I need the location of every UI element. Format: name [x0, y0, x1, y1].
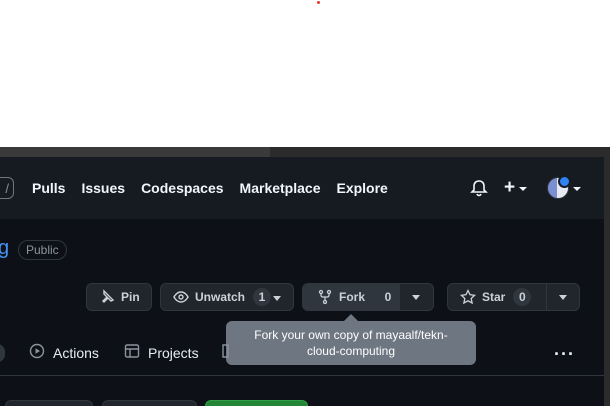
tooltip-arrow: [344, 314, 358, 321]
notification-dot: [558, 175, 571, 188]
repo-tabs: Actions Projects ···: [0, 335, 604, 373]
create-new-button[interactable]: +: [504, 177, 528, 198]
tab-projects-label: Projects: [148, 344, 199, 361]
table-icon: [124, 343, 140, 362]
fork-dropdown-button[interactable]: [400, 284, 433, 310]
chevron-down-icon: [412, 294, 421, 300]
chevron-down-icon: [519, 187, 528, 191]
chevron-down-icon[interactable]: [273, 296, 281, 301]
nav-pulls[interactable]: Pulls: [32, 180, 65, 196]
tab-actions[interactable]: Actions: [29, 343, 99, 362]
repo-forked-icon: [317, 289, 333, 305]
book-icon: [221, 343, 237, 362]
red-dot-marker: [317, 1, 320, 4]
global-nav: Pulls Issues Codespaces Marketplace Expl…: [32, 180, 388, 196]
search-shortcut[interactable]: /: [0, 177, 14, 199]
nav-explore[interactable]: Explore: [336, 180, 387, 196]
unwatch-button[interactable]: Unwatch 1: [160, 283, 294, 311]
tab-actions-label: Actions: [53, 344, 99, 361]
nav-codespaces[interactable]: Codespaces: [141, 180, 223, 196]
fork-button-group: Fork 0: [302, 283, 434, 311]
play-icon: [29, 343, 45, 362]
star-button[interactable]: Star 0: [448, 284, 547, 310]
nav-marketplace[interactable]: Marketplace: [240, 180, 321, 196]
chevron-down-icon: [573, 187, 581, 191]
tab-count-stub: [0, 344, 5, 362]
branch-select-button[interactable]: [5, 400, 93, 406]
star-dropdown-button[interactable]: [547, 284, 579, 310]
star-icon: [460, 289, 476, 305]
unwatch-label: Unwatch: [195, 290, 246, 304]
watch-count: 1: [253, 288, 272, 306]
visibility-badge: Public: [18, 240, 67, 260]
star-count: 0: [513, 288, 532, 306]
fork-label: Fork: [339, 290, 366, 304]
go-to-file-button[interactable]: [102, 400, 197, 406]
plus-icon: +: [504, 177, 516, 198]
star-button-group: Star 0: [447, 283, 580, 311]
bell-icon[interactable]: [470, 179, 488, 197]
repo-name[interactable]: g: [0, 237, 9, 260]
github-header: / Pulls Issues Codespaces Marketplace Ex…: [0, 157, 604, 219]
avatar: [547, 175, 571, 199]
pin-label: Pin: [121, 290, 140, 304]
pin-button[interactable]: Pin: [86, 283, 152, 311]
nav-issues[interactable]: Issues: [81, 180, 125, 196]
pin-icon: [99, 289, 115, 305]
fork-count: 0: [384, 290, 392, 304]
star-label: Star: [482, 290, 506, 304]
tab-projects[interactable]: Projects: [124, 343, 199, 362]
tabs-divider: [0, 375, 604, 376]
chevron-down-icon: [558, 294, 567, 300]
fork-button[interactable]: Fork 0: [303, 284, 400, 310]
window-scroll-gutter: [604, 157, 610, 406]
user-menu[interactable]: [547, 175, 581, 199]
kebab-icon[interactable]: ···: [554, 344, 575, 365]
code-button[interactable]: [205, 400, 308, 406]
github-window: / Pulls Issues Codespaces Marketplace Ex…: [0, 157, 604, 406]
eye-icon: [173, 289, 189, 305]
tab-partial[interactable]: [221, 343, 237, 362]
screenshot-canvas: / Pulls Issues Codespaces Marketplace Ex…: [0, 0, 610, 406]
